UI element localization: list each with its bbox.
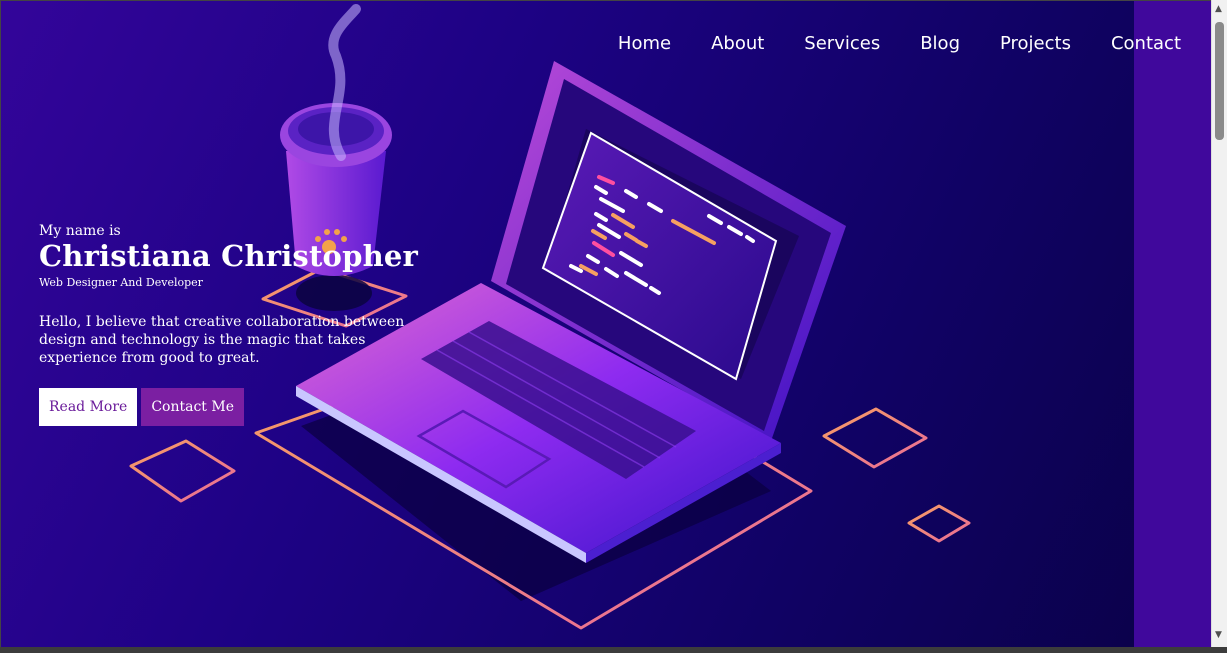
nav-about-link[interactable]: About <box>711 33 764 54</box>
hero-role: Web Designer And Developer <box>39 275 203 289</box>
intro-eyebrow: My name is <box>39 223 121 239</box>
scroll-up-arrow-icon[interactable]: ▲ <box>1215 4 1222 14</box>
nav-contact-link[interactable]: Contact <box>1111 33 1181 54</box>
scroll-down-arrow-icon[interactable]: ▼ <box>1215 630 1222 640</box>
hero-intro: My name is Christiana Christopher Web De… <box>39 223 439 427</box>
hero-section: Home About Services Blog Projects Contac… <box>0 0 1211 647</box>
nav-services-link[interactable]: Services <box>804 33 880 54</box>
vertical-scrollbar[interactable]: ▲ ▼ <box>1211 0 1227 647</box>
window-bottom-edge <box>0 647 1227 653</box>
right-accent-band <box>1134 1 1211 647</box>
hero-bio: Hello, I believe that creative collabora… <box>39 313 405 367</box>
nav-home-link[interactable]: Home <box>618 33 671 54</box>
hero-buttons: Read More Contact Me <box>39 388 439 427</box>
scroll-thumb[interactable] <box>1215 22 1224 140</box>
nav-blog-link[interactable]: Blog <box>920 33 960 54</box>
read-more-button[interactable]: Read More <box>39 388 138 427</box>
hero-name: Christiana Christopher <box>39 239 418 273</box>
nav-projects-link[interactable]: Projects <box>1000 33 1071 54</box>
main-nav: Home About Services Blog Projects Contac… <box>618 33 1181 54</box>
contact-me-button[interactable]: Contact Me <box>141 388 244 427</box>
